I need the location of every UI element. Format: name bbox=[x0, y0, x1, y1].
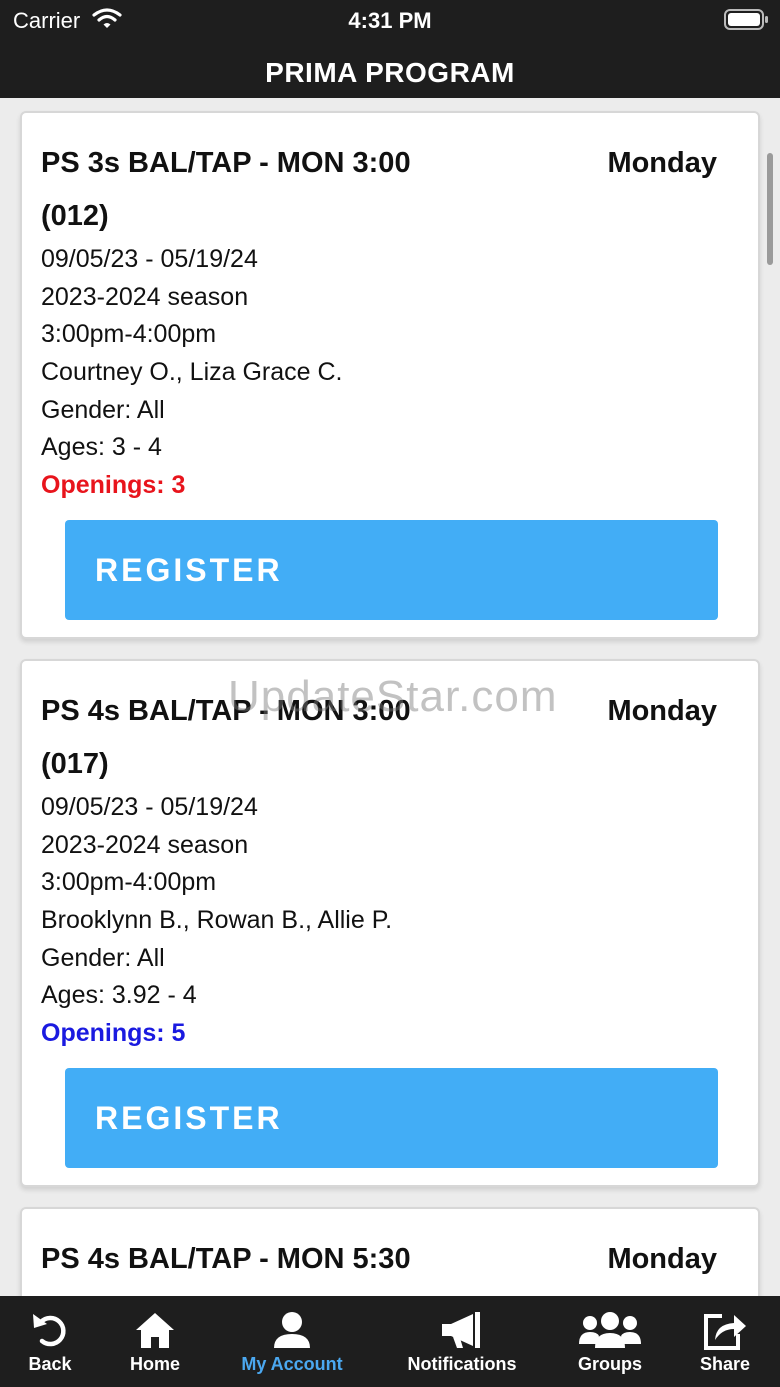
class-season: 2023-2024 season bbox=[41, 283, 249, 311]
tab-back[interactable]: Back bbox=[10, 1296, 90, 1387]
class-season: 2023-2024 season bbox=[41, 831, 249, 859]
register-button[interactable]: REGISTER bbox=[65, 1068, 718, 1168]
register-button[interactable]: REGISTER bbox=[65, 520, 718, 620]
person-icon bbox=[274, 1312, 310, 1348]
class-time: 3:00pm-4:00pm bbox=[41, 320, 217, 348]
class-dates: 09/05/23 - 05/19/24 bbox=[41, 793, 258, 821]
class-title: PS 4s BAL/TAP - MON 5:30 bbox=[41, 1243, 411, 1275]
class-ages: Ages: 3.92 - 4 bbox=[41, 981, 197, 1009]
page-title: PRIMA PROGRAM bbox=[265, 57, 515, 88]
tab-bar: Back Home My Account Notifications Group… bbox=[0, 1296, 780, 1387]
back-arrow-icon bbox=[33, 1314, 66, 1347]
class-openings: Openings: 5 bbox=[41, 1019, 186, 1047]
class-card: PS 4s BAL/TAP - MON 3:00 (017) Monday 09… bbox=[20, 659, 760, 1187]
class-list[interactable]: PS 3s BAL/TAP - MON 3:00 (012) Monday 09… bbox=[0, 98, 780, 1296]
class-day: Monday bbox=[607, 695, 717, 727]
class-gender: Gender: All bbox=[41, 944, 165, 972]
tab-notifications-label: Notifications bbox=[407, 1354, 517, 1374]
scrollbar[interactable] bbox=[767, 153, 773, 265]
tab-notifications[interactable]: Notifications bbox=[395, 1296, 529, 1387]
megaphone-icon bbox=[442, 1312, 480, 1348]
class-day: Monday bbox=[607, 147, 717, 179]
class-card: PS 3s BAL/TAP - MON 3:00 (012) Monday 09… bbox=[20, 111, 760, 639]
group-icon bbox=[579, 1312, 641, 1348]
class-title: PS 4s BAL/TAP - MON 3:00 (017) bbox=[41, 695, 411, 780]
class-gender: Gender: All bbox=[41, 396, 165, 424]
tab-back-label: Back bbox=[28, 1354, 72, 1374]
status-time: 4:31 PM bbox=[348, 8, 432, 33]
tab-home-label: Home bbox=[129, 1354, 180, 1374]
class-title: PS 3s BAL/TAP - MON 3:00 (012) bbox=[41, 147, 411, 232]
home-icon bbox=[136, 1313, 174, 1348]
class-instructors: Courtney O., Liza Grace C. bbox=[41, 358, 343, 386]
battery-icon bbox=[724, 9, 768, 30]
class-day: Monday bbox=[607, 1243, 717, 1275]
class-dates: 09/05/23 - 05/19/24 bbox=[41, 245, 258, 273]
class-card: PS 4s BAL/TAP - MON 5:30 Monday bbox=[20, 1207, 760, 1296]
tab-share[interactable]: Share bbox=[685, 1296, 765, 1387]
class-ages: Ages: 3 - 4 bbox=[41, 433, 162, 461]
class-openings: Openings: 3 bbox=[41, 471, 186, 499]
status-bar: Carrier 4:31 PM bbox=[0, 0, 780, 46]
tab-share-label: Share bbox=[699, 1354, 751, 1374]
tab-my-account-label: My Account bbox=[241, 1354, 343, 1374]
class-instructors: Brooklynn B., Rowan B., Allie P. bbox=[41, 906, 393, 934]
tab-home[interactable]: Home bbox=[110, 1296, 200, 1387]
tab-my-account[interactable]: My Account bbox=[222, 1296, 362, 1387]
tab-groups[interactable]: Groups bbox=[565, 1296, 655, 1387]
class-time: 3:00pm-4:00pm bbox=[41, 868, 217, 896]
tab-groups-label: Groups bbox=[577, 1354, 642, 1374]
share-icon bbox=[704, 1314, 746, 1350]
nav-header: PRIMA PROGRAM bbox=[0, 46, 780, 98]
